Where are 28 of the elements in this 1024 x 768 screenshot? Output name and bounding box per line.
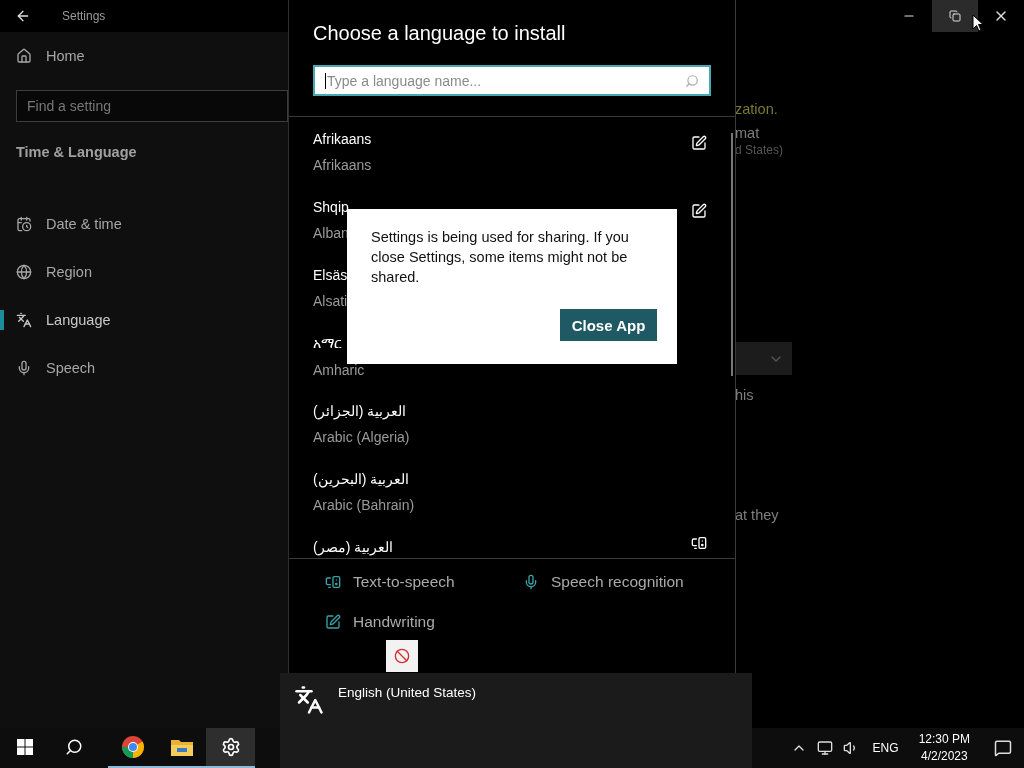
feature-legend-item: Text-to-speech <box>325 573 523 591</box>
native-name: አማር <box>313 335 342 352</box>
setting-text: d States) <box>735 143 784 157</box>
nav-label: Language <box>46 312 111 328</box>
native-name: العربية (البحرين) <box>313 471 410 487</box>
feature-legend-item: Handwriting <box>325 613 523 631</box>
nav-label: Speech <box>46 360 96 376</box>
setting-text: his <box>735 387 754 403</box>
window-title: Settings <box>62 9 107 23</box>
panel-title: Choose a language to install <box>313 22 567 45</box>
native-name: Afrikaans <box>313 131 372 147</box>
native-name: العربية (الجزائر) <box>313 403 407 419</box>
nav-label: Date & time <box>46 216 122 232</box>
feature-legend-item: Speech recognition <box>523 573 703 591</box>
english-name: Arabic (Bahrain) <box>313 497 415 513</box>
english-name: Afrikaans <box>313 157 372 173</box>
english-name: Amharic <box>313 362 365 378</box>
english-name: Alsati <box>313 293 348 309</box>
native-name: Elsäs <box>313 267 348 283</box>
section-heading: Time & Language <box>15 143 138 162</box>
setting-text: at they <box>735 507 779 523</box>
english-name: Arabic (Algeria) <box>313 429 410 445</box>
dialog-message: Settings is being used for sharing. If you close Settings, some items might not be shared. <box>371 228 630 287</box>
native-name: العربية (مصر) <box>313 539 394 555</box>
nav-label: Region <box>46 264 92 280</box>
setting-text: mat <box>735 125 760 141</box>
native-name: Shqip <box>313 199 349 215</box>
nav-label: Home <box>46 48 85 64</box>
